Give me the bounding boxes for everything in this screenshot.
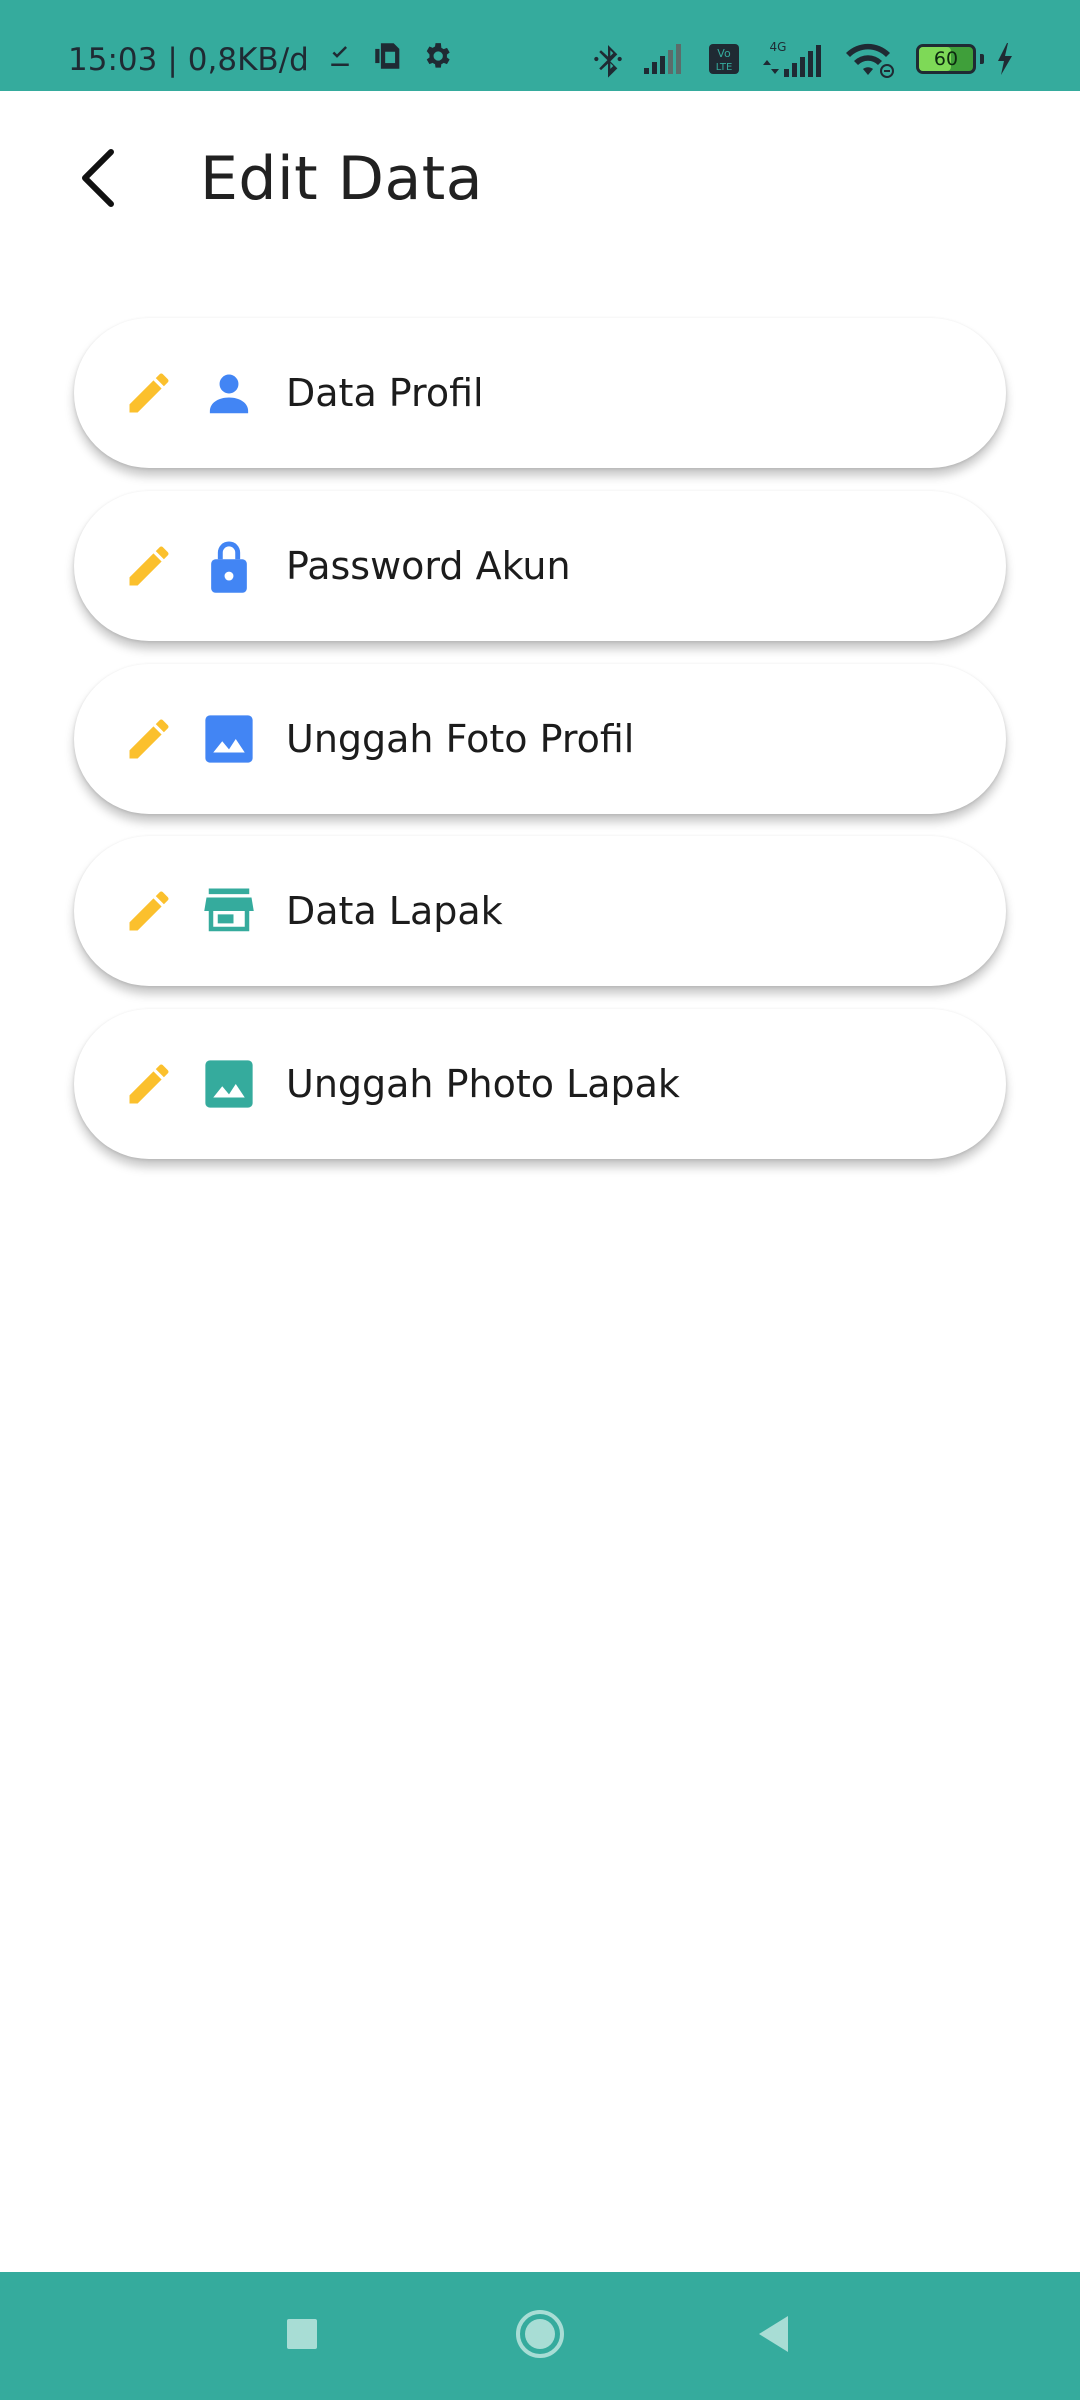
back-triangle-icon	[754, 2313, 794, 2359]
svg-text:LTE: LTE	[716, 62, 733, 73]
status-net-speed: 0,8KB/d	[187, 42, 309, 78]
sim-card-icon	[371, 39, 405, 81]
back-nav-button[interactable]	[744, 2306, 804, 2366]
pencil-icon	[122, 539, 176, 593]
menu-item-unggah-foto-profil[interactable]: Unggah Foto Profil	[74, 664, 1006, 814]
svg-text:Vo: Vo	[717, 47, 731, 60]
menu-item-label: Unggah Foto Profil	[286, 717, 635, 761]
4g-signal-icon: 4G	[760, 39, 824, 79]
pencil-icon	[122, 366, 176, 420]
battery-body: 60	[916, 44, 976, 74]
menu-item-label: Data Profil	[286, 371, 484, 415]
pencil-icon	[122, 1057, 176, 1111]
page-title: Edit Data	[200, 144, 484, 214]
status-right: Vo LTE 4G 60	[594, 36, 1014, 82]
image-icon	[200, 1055, 258, 1113]
menu-item-password-akun[interactable]: Password Akun	[74, 491, 1006, 641]
menu-item-label: Password Akun	[286, 544, 571, 588]
menu-item-label: Data Lapak	[286, 889, 503, 933]
signal-icon	[642, 42, 688, 76]
system-nav-bar	[0, 2272, 1080, 2400]
arrow-back-icon	[77, 148, 117, 212]
pencil-icon	[122, 884, 176, 938]
lock-icon	[200, 537, 258, 595]
menu-item-label: Unggah Photo Lapak	[286, 1062, 680, 1106]
menu-item-unggah-photo-lapak[interactable]: Unggah Photo Lapak	[74, 1009, 1006, 1159]
menu-item-data-lapak[interactable]: Data Lapak	[74, 836, 1006, 986]
image-icon	[200, 710, 258, 768]
recents-square-icon	[284, 2316, 320, 2356]
status-left: 15:03 | 0,8KB/d	[68, 38, 453, 82]
home-button[interactable]	[510, 2306, 570, 2366]
store-icon	[200, 882, 258, 940]
svg-text:4G: 4G	[770, 40, 787, 54]
person-icon	[200, 364, 258, 422]
battery-level: 60	[933, 48, 959, 70]
pencil-icon	[122, 712, 176, 766]
volte-icon: Vo LTE	[708, 43, 740, 75]
download-done-icon	[325, 41, 355, 79]
back-button[interactable]	[60, 143, 134, 217]
menu-item-data-profil[interactable]: Data Profil	[74, 318, 1006, 468]
status-time: 15:03	[68, 42, 158, 78]
status-separator: |	[167, 42, 178, 78]
bluetooth-icon	[594, 40, 622, 78]
settings-gear-icon	[421, 40, 453, 80]
app-bar: Edit Data	[0, 91, 1080, 281]
battery-tip	[980, 54, 984, 64]
recents-button[interactable]	[272, 2306, 332, 2366]
battery-icon: 60	[916, 44, 984, 74]
wifi-icon	[844, 39, 896, 79]
status-bar: 15:03 | 0,8KB/d Vo LTE 4G 60	[0, 0, 1080, 91]
charging-icon	[996, 42, 1014, 76]
home-circle-icon	[514, 2308, 566, 2364]
